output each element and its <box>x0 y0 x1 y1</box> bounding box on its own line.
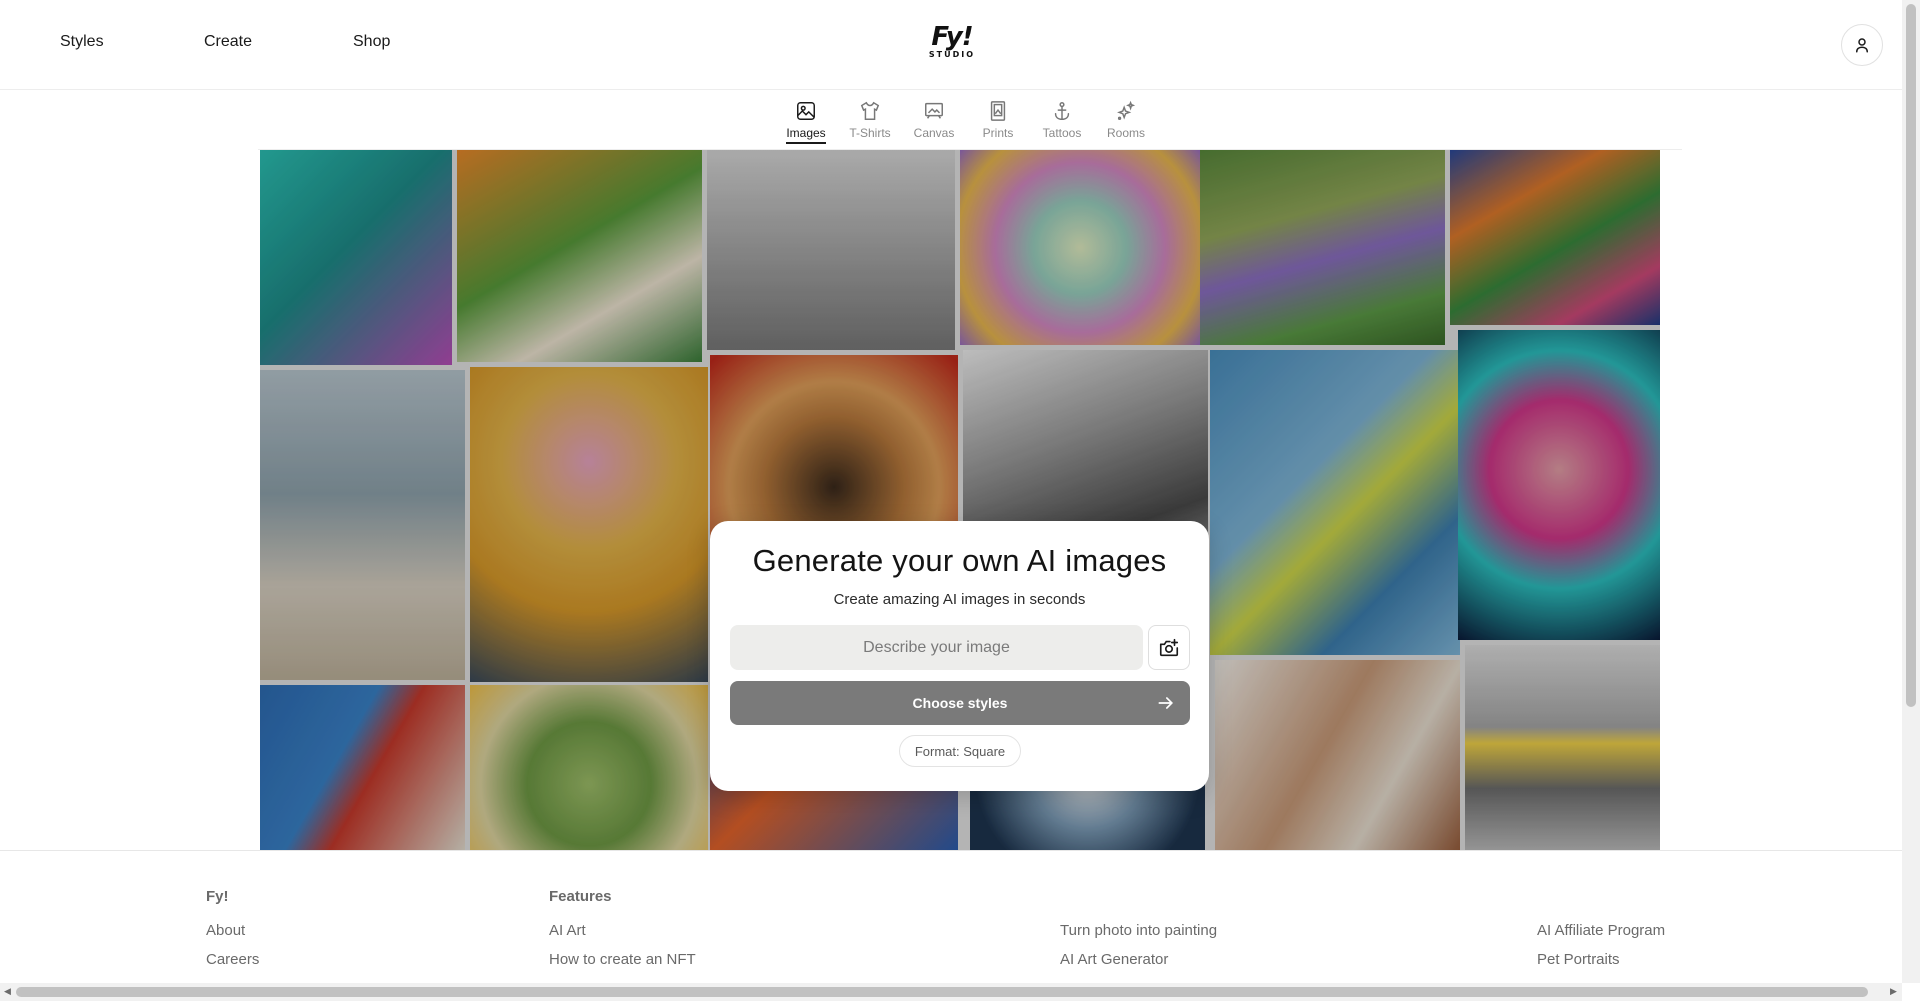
tab-prints[interactable]: Prints <box>966 100 1030 150</box>
page: Styles Create Shop Fy! STUDIO Images T-S… <box>0 0 1920 1001</box>
camera-plus-icon <box>1159 638 1179 656</box>
upload-photo-button[interactable] <box>1148 625 1190 670</box>
tab-label: Canvas <box>913 126 955 140</box>
brand-sub: STUDIO <box>928 50 976 59</box>
footer-heading: Features <box>549 888 612 905</box>
gallery-tile <box>1200 150 1445 345</box>
top-navbar: Styles Create Shop Fy! STUDIO <box>0 0 1902 90</box>
user-icon <box>1856 38 1868 53</box>
footer-link-about[interactable]: About <box>206 922 259 939</box>
nav-shop-link[interactable]: Shop <box>353 33 390 51</box>
tab-label: Rooms <box>1106 126 1145 140</box>
tab-label: Prints <box>982 126 1014 140</box>
footer-link-ai-generator[interactable]: AI Art Generator <box>1060 951 1217 968</box>
gallery-tile <box>260 150 452 365</box>
footer-column-fy: Fy! About Careers <box>206 888 259 968</box>
tshirt-icon <box>860 101 880 120</box>
scroll-right-icon[interactable]: ▶ <box>1890 987 1897 996</box>
footer-column-3: Turn photo into painting AI Art Generato… <box>1060 922 1217 968</box>
tab-label: Images <box>786 126 826 144</box>
gallery-tile <box>1210 350 1460 655</box>
brand-logo[interactable]: Fy! STUDIO <box>926 24 978 62</box>
footer-divider <box>0 850 1902 851</box>
brand-mark: Fy! <box>931 22 973 52</box>
anchor-icon <box>1054 102 1070 120</box>
product-tabs: Images T-Shirts Canvas Prints Tattoos Ro… <box>774 100 1158 150</box>
gallery-tile <box>1458 330 1660 640</box>
footer-link-pet-portraits[interactable]: Pet Portraits <box>1537 951 1665 968</box>
gallery-tile <box>1215 660 1460 850</box>
vertical-scroll-thumb[interactable] <box>1906 4 1916 707</box>
nav-styles-link[interactable]: Styles <box>60 33 104 51</box>
gallery-tile <box>1450 150 1660 325</box>
horizontal-scrollbar[interactable]: ◀ ▶ <box>0 983 1902 1001</box>
footer-link-affiliate[interactable]: AI Affiliate Program <box>1537 922 1665 939</box>
gallery-tile <box>470 367 708 682</box>
footer-heading: Fy! <box>206 888 229 905</box>
image-icon <box>797 102 815 120</box>
choose-styles-button[interactable]: Choose styles <box>730 681 1190 725</box>
vertical-scrollbar[interactable] <box>1902 0 1920 983</box>
gallery-tile <box>470 685 708 850</box>
footer-column-features: Features AI Art How to create an NFT <box>549 888 696 968</box>
format-selector[interactable]: Format: Square <box>899 735 1021 767</box>
sparkles-icon <box>1117 100 1136 120</box>
tab-canvas[interactable]: Canvas <box>902 100 966 150</box>
horizontal-scroll-thumb[interactable] <box>16 987 1868 997</box>
gallery-tile <box>960 150 1200 345</box>
gallery-tile <box>1465 645 1660 850</box>
footer-link-nft[interactable]: How to create an NFT <box>549 951 696 968</box>
tab-rooms[interactable]: Rooms <box>1094 100 1158 150</box>
gallery-tile <box>707 150 955 350</box>
tab-label: Tattoos <box>1042 126 1082 140</box>
generator-card: Generate your own AI images Create amazi… <box>710 521 1209 791</box>
tab-label: T-Shirts <box>849 126 891 140</box>
scroll-left-icon[interactable]: ◀ <box>4 987 11 996</box>
gallery-tile <box>260 685 465 850</box>
arrow-right-icon <box>1158 697 1174 709</box>
tab-tshirts[interactable]: T-Shirts <box>838 100 902 150</box>
prompt-input[interactable] <box>730 625 1143 670</box>
nav-create-link[interactable]: Create <box>204 33 252 51</box>
footer-link-careers[interactable]: Careers <box>206 951 259 968</box>
footer-column-4: AI Affiliate Program Pet Portraits <box>1537 922 1665 968</box>
print-frame-icon <box>990 101 1006 121</box>
account-button[interactable] <box>1841 24 1883 66</box>
card-title: Generate your own AI images <box>752 543 1167 578</box>
tab-images[interactable]: Images <box>774 100 838 150</box>
choose-styles-label: Choose styles <box>912 695 1008 711</box>
footer-link-ai-art[interactable]: AI Art <box>549 922 696 939</box>
tab-tattoos[interactable]: Tattoos <box>1030 100 1094 150</box>
gallery-tile <box>260 370 465 680</box>
gallery-tile <box>457 150 702 362</box>
footer-link-photo-painting[interactable]: Turn photo into painting <box>1060 922 1217 939</box>
card-subtitle: Create amazing AI images in seconds <box>833 591 1086 608</box>
canvas-icon <box>925 102 943 119</box>
